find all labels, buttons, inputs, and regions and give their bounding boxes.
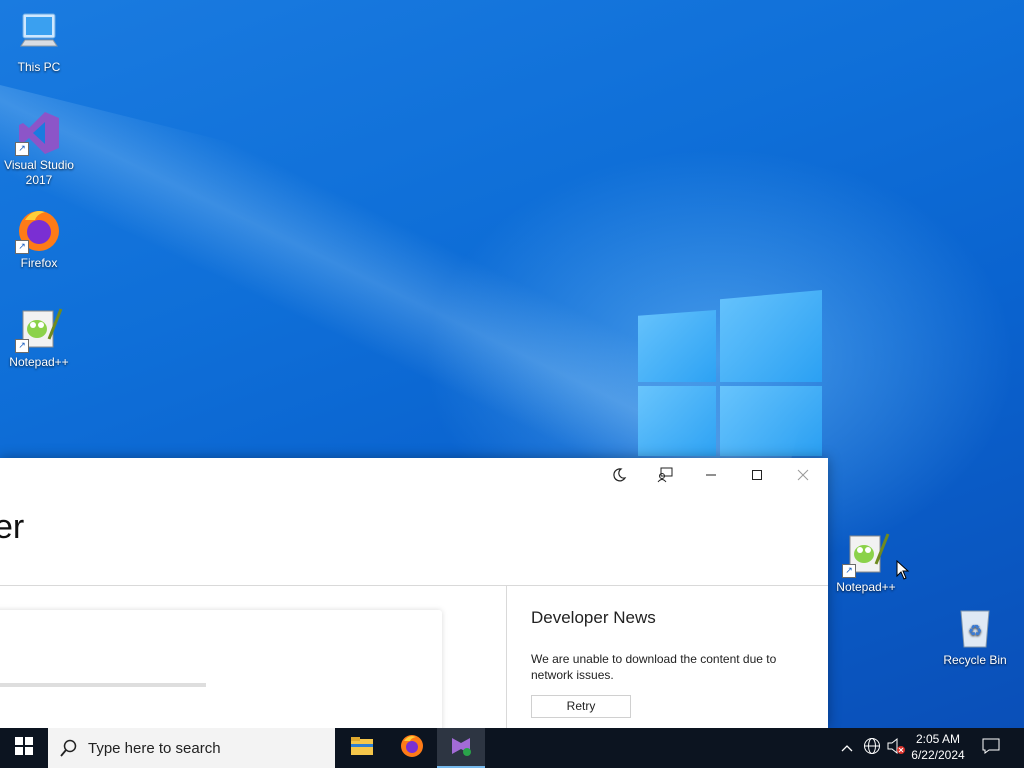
notepad-plus-plus-icon: ↗ bbox=[15, 305, 63, 353]
taskbar-clock[interactable]: 2:05 AM 6/22/2024 bbox=[902, 731, 974, 763]
developer-news-title: Developer News bbox=[531, 608, 656, 627]
clock-date: 6/22/2024 bbox=[911, 748, 965, 762]
shortcut-arrow-icon: ↗ bbox=[15, 142, 29, 156]
taskbar-search-box[interactable]: Type here to search bbox=[48, 728, 335, 768]
app-window[interactable]: er Developer News We are unable to downl… bbox=[0, 458, 828, 728]
feedback-icon bbox=[657, 467, 673, 486]
computer-icon bbox=[15, 10, 63, 58]
panel-divider bbox=[506, 586, 507, 728]
desktop-icon-label: This PC bbox=[17, 60, 61, 74]
desktop-icon-firefox[interactable]: ↗ Firefox bbox=[0, 206, 79, 271]
close-icon bbox=[797, 468, 809, 484]
taskbar-visual-studio-installer[interactable] bbox=[437, 728, 485, 768]
taskbar: Type here to search 2:05 AM 6/22/2024 bbox=[0, 728, 1024, 768]
svg-text:♻: ♻ bbox=[968, 621, 982, 640]
minimize-icon bbox=[705, 468, 717, 484]
minimize-button[interactable] bbox=[690, 460, 732, 492]
desktop: This PC ↗ Visual Studio 2017 ↗ Firefox ↗… bbox=[0, 0, 1024, 728]
file-explorer-icon bbox=[350, 736, 374, 761]
content-card bbox=[0, 610, 442, 728]
windows-start-icon bbox=[15, 736, 33, 760]
recycle-bin-icon: ♻ bbox=[951, 603, 999, 651]
desktop-icon-label: Visual Studio 2017 bbox=[4, 158, 74, 187]
window-titlebar[interactable] bbox=[0, 458, 828, 494]
shortcut-arrow-icon: ↗ bbox=[15, 240, 29, 254]
search-placeholder: Type here to search bbox=[88, 740, 221, 757]
visual-studio-icon: ↗ bbox=[15, 108, 63, 156]
desktop-icon-label: Firefox bbox=[20, 256, 58, 270]
show-hidden-icons-button[interactable] bbox=[836, 728, 858, 768]
firefox-icon: ↗ bbox=[15, 206, 63, 254]
network-status[interactable] bbox=[860, 728, 884, 768]
taskbar-firefox[interactable] bbox=[388, 728, 436, 768]
maximize-icon bbox=[751, 468, 763, 484]
visual-studio-installer-icon bbox=[449, 734, 473, 763]
notification-icon bbox=[982, 737, 1000, 760]
loading-progress-bar bbox=[0, 683, 206, 687]
desktop-icon-this-pc[interactable]: This PC bbox=[0, 10, 79, 75]
notepad-plus-plus-icon: ↗ bbox=[842, 530, 890, 578]
shortcut-arrow-icon: ↗ bbox=[842, 564, 856, 578]
action-center-button[interactable] bbox=[976, 728, 1006, 768]
developer-news-error-message: We are unable to download the content du… bbox=[531, 652, 777, 682]
windows-logo-wallpaper bbox=[636, 288, 824, 458]
start-button[interactable] bbox=[0, 728, 48, 768]
firefox-icon bbox=[400, 734, 424, 763]
maximize-button[interactable] bbox=[736, 460, 778, 492]
page-title: er bbox=[0, 508, 25, 546]
theme-toggle-button[interactable] bbox=[598, 460, 640, 492]
desktop-icon-visual-studio[interactable]: ↗ Visual Studio 2017 bbox=[0, 108, 79, 188]
chevron-up-icon bbox=[841, 739, 853, 757]
header-divider bbox=[0, 585, 828, 586]
close-button[interactable] bbox=[782, 460, 824, 492]
desktop-icon-notepad-plus-plus-dragged[interactable]: ↗ Notepad++ bbox=[826, 530, 906, 595]
shortcut-arrow-icon: ↗ bbox=[15, 339, 29, 353]
desktop-icon-notepad-plus-plus[interactable]: ↗ Notepad++ bbox=[0, 305, 79, 370]
mouse-cursor-icon bbox=[896, 559, 910, 585]
moon-icon bbox=[611, 467, 627, 486]
clock-time: 2:05 AM bbox=[915, 732, 961, 746]
feedback-button[interactable] bbox=[644, 460, 686, 492]
globe-network-icon bbox=[863, 737, 881, 760]
search-icon bbox=[60, 739, 78, 762]
desktop-icon-label: Notepad++ bbox=[9, 355, 69, 369]
desktop-icon-recycle-bin[interactable]: ♻ Recycle Bin bbox=[935, 603, 1015, 668]
desktop-icon-label: Notepad++ bbox=[836, 580, 896, 594]
taskbar-file-explorer[interactable] bbox=[338, 728, 386, 768]
desktop-icon-label: Recycle Bin bbox=[943, 653, 1007, 667]
retry-button[interactable]: Retry bbox=[531, 695, 631, 718]
